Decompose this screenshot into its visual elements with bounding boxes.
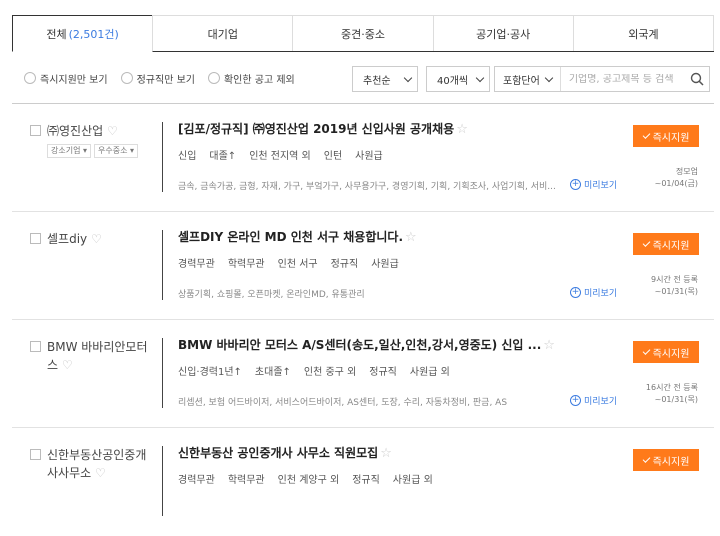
instant-apply-button[interactable]: 즉시지원 — [633, 233, 699, 255]
instant-apply-button[interactable]: 즉시지원 — [633, 125, 699, 147]
company-badges: 강소기업 ▾ 우수중소 ▾ — [47, 144, 162, 158]
company-name[interactable]: ㈜영진산업 ♡ 강소기업 ▾ 우수중소 ▾ — [47, 122, 162, 158]
filter-label: 즉시지원만 보기 — [40, 74, 108, 86]
preview-link[interactable]: + 미리보기 — [570, 394, 617, 407]
job-tags: 금속, 금속가공, 금형, 자재, 가구, 부엌가구, 사무용가구, 경영기획,… — [178, 182, 556, 192]
radio-icon — [120, 72, 133, 84]
company-badge: 우수중소 ▾ — [94, 144, 139, 158]
filter-exclude-viewed[interactable]: 확인한 공고 제외 — [207, 71, 295, 86]
check-icon — [642, 347, 650, 355]
company-badge: 강소기업 ▾ — [47, 144, 92, 158]
company-name[interactable]: BMW 바바리안모터스 ♡ — [47, 338, 155, 374]
chevron-down-icon — [475, 73, 485, 82]
tab-label: 중견·중소 — [341, 27, 385, 41]
plus-icon: + — [570, 179, 581, 190]
category-tabs: 전체 (2,501건) 대기업 중견·중소 공기업·공사 외국계 — [12, 15, 715, 52]
tab-mid-small[interactable]: 중견·중소 — [292, 15, 434, 51]
job-conditions: 신입 대졸↑ 인천 전지역 외 인턴 사원급 — [178, 151, 383, 162]
search-scope-value: 포함단어 — [503, 75, 540, 87]
job-item: 신한부동산공인중개사사무소 ♡ 신한부동산 공인중개사 사무소 직원모집 ☆ 경력… — [12, 428, 714, 536]
divider — [162, 338, 163, 408]
filter-label: 확인한 공고 제외 — [223, 74, 295, 86]
tab-count: (2,501건) — [68, 27, 119, 41]
search-scope-select[interactable]: 포함단어 — [495, 67, 561, 91]
tab-label: 전체 — [46, 27, 67, 41]
tab-all[interactable]: 전체 (2,501건) — [12, 15, 154, 52]
tab-label: 외국계 — [628, 27, 659, 41]
company-label: ㈜영진산업 — [47, 124, 104, 138]
job-meta: 9시간 전 등록 ~01/31(목) — [651, 275, 698, 296]
filter-bar: 즉시지원만 보기 정규직만 보기 확인한 공고 제외 추천순 40개씩 포함단어 — [12, 63, 714, 93]
job-title[interactable]: 셀프DIY 온라인 MD 인천 서구 채용합니다. ☆ — [178, 228, 608, 245]
job-item: ㈜영진산업 ♡ 강소기업 ▾ 우수중소 ▾ [김포/정규직] ㈜영진산업 201… — [12, 104, 714, 212]
star-icon[interactable]: ☆ — [543, 338, 555, 353]
job-tags: 리셉션, 보험 어드바이저, 서비스어드바이저, AS센터, 도장, 수리, 자… — [178, 398, 508, 408]
job-meta: 16시간 전 등록 ~01/31(목) — [645, 383, 698, 404]
tab-label: 대기업 — [207, 27, 238, 41]
job-item: BMW 바바리안모터스 ♡ BMW 바바리안 모터스 A/S센터(송도,일산,인… — [12, 320, 714, 428]
job-tags: 상품기획, 쇼핑몰, 오픈마켓, 온라인MD, 유통관리 — [178, 290, 365, 300]
heart-icon[interactable]: ♡ — [95, 466, 106, 480]
job-list: ㈜영진산업 ♡ 강소기업 ▾ 우수중소 ▾ [김포/정규직] ㈜영진산업 201… — [12, 103, 714, 536]
job-item: 셀프diy ♡ 셀프DIY 온라인 MD 인천 서구 채용합니다. ☆ 경력무관 학… — [12, 212, 714, 320]
tab-public[interactable]: 공기업·공사 — [432, 15, 574, 51]
per-page-value: 40개씩 — [437, 75, 469, 87]
job-title[interactable]: BMW 바바리안 모터스 A/S센터(송도,일산,인천,강서,영중도) 신입 .… — [178, 336, 608, 353]
heart-icon[interactable]: ♡ — [62, 358, 73, 372]
job-checkbox[interactable] — [30, 341, 41, 352]
company-name[interactable]: 셀프diy ♡ — [47, 230, 162, 248]
chevron-down-icon — [544, 73, 554, 82]
filter-instant-apply[interactable]: 즉시지원만 보기 — [24, 71, 108, 86]
star-icon[interactable]: ☆ — [456, 122, 468, 137]
instant-apply-button[interactable]: 즉시지원 — [633, 341, 699, 363]
company-label: 셀프diy — [47, 232, 88, 246]
job-conditions: 신입·경력1년↑ 초대졸↑ 인천 중구 외 정규직 사원급 외 — [178, 367, 450, 378]
tab-label: 공기업·공사 — [476, 27, 531, 41]
job-conditions: 경력무관 학력무관 인천 계양구 외 정규직 사원급 외 — [178, 475, 433, 486]
job-conditions: 경력무관 학력무관 인천 서구 정규직 사원급 — [178, 259, 399, 270]
search-input[interactable] — [560, 73, 685, 85]
radio-icon — [207, 72, 220, 84]
job-checkbox[interactable] — [30, 125, 41, 136]
job-meta: 정모업 ~01/04(금) — [654, 167, 698, 188]
check-icon — [642, 131, 650, 139]
instant-apply-button[interactable]: 즉시지원 — [633, 449, 699, 471]
tab-foreign[interactable]: 외국계 — [572, 15, 715, 51]
tab-large-company[interactable]: 대기업 — [152, 15, 294, 51]
divider — [162, 230, 163, 300]
plus-icon: + — [570, 287, 581, 298]
star-icon[interactable]: ☆ — [405, 230, 417, 245]
heart-icon[interactable]: ♡ — [91, 232, 102, 246]
star-icon[interactable]: ☆ — [380, 446, 392, 461]
job-title[interactable]: 신한부동산 공인중개사 사무소 직원모집 ☆ — [178, 444, 608, 461]
filter-fulltime[interactable]: 정규직만 보기 — [120, 71, 195, 86]
preview-link[interactable]: + 미리보기 — [570, 178, 617, 191]
check-icon — [642, 239, 650, 247]
heart-icon[interactable]: ♡ — [107, 124, 118, 138]
radio-icon — [24, 72, 36, 84]
preview-link[interactable]: + 미리보기 — [570, 286, 617, 299]
search-box: 포함단어 — [494, 66, 710, 92]
plus-icon: + — [570, 395, 581, 406]
divider — [162, 122, 163, 192]
per-page-select[interactable]: 40개씩 — [426, 66, 490, 92]
sort-select[interactable]: 추천순 — [352, 66, 418, 92]
chevron-down-icon — [403, 73, 413, 82]
job-checkbox[interactable] — [30, 233, 41, 244]
check-icon — [642, 455, 650, 463]
filter-label: 정규직만 보기 — [136, 74, 195, 86]
divider — [162, 446, 163, 516]
sort-value: 추천순 — [363, 75, 391, 87]
job-title[interactable]: [김포/정규직] ㈜영진산업 2019년 신입사원 공개채용 ☆ — [178, 120, 608, 137]
search-icon[interactable] — [685, 67, 709, 91]
company-name[interactable]: 신한부동산공인중개사사무소 ♡ — [47, 446, 151, 482]
job-checkbox[interactable] — [30, 449, 41, 460]
